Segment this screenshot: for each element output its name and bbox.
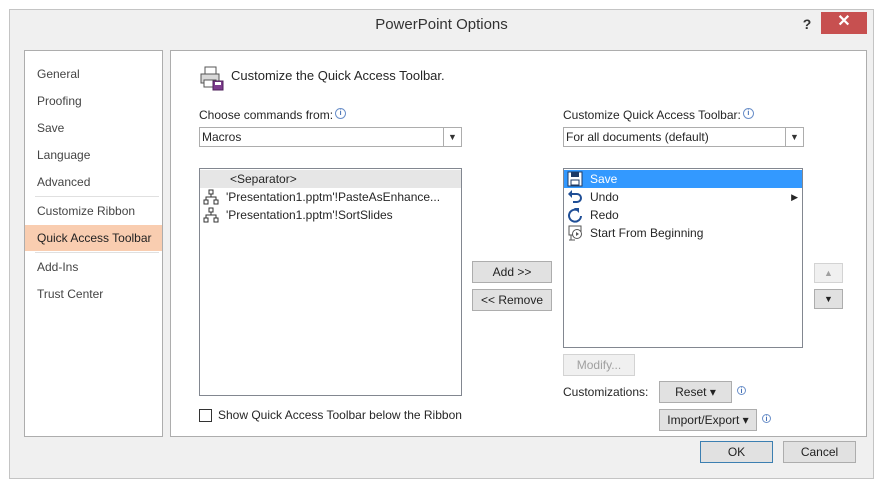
dialog-title: PowerPoint Options <box>375 16 508 33</box>
sidebar-item-proofing[interactable]: Proofing <box>25 88 162 114</box>
save-icon <box>567 171 583 187</box>
chevron-down-icon[interactable]: ▼ <box>785 128 803 146</box>
choose-commands-dropdown[interactable]: Macros ▼ <box>199 127 462 147</box>
customize-qat-dropdown[interactable]: For all documents (default) ▼ <box>563 127 804 147</box>
show-below-ribbon-checkbox[interactable] <box>199 409 212 422</box>
list-item[interactable]: Redo <box>564 206 802 224</box>
customize-qat-label: Customize Quick Access Toolbar: i <box>563 108 754 122</box>
choose-commands-value: Macros <box>202 130 242 144</box>
customize-qat-value: For all documents (default) <box>566 130 709 144</box>
commands-list[interactable]: <Separator> 'Presentation1.pptm'!PasteAs… <box>199 168 462 396</box>
list-item[interactable]: Save <box>564 170 802 188</box>
macro-icon <box>203 189 219 205</box>
redo-icon <box>568 208 582 223</box>
sidebar-item-customize-ribbon[interactable]: Customize Ribbon <box>25 198 162 224</box>
macro-icon <box>203 207 219 223</box>
options-dialog: PowerPoint Options ? ✕ General Proofing … <box>9 9 874 479</box>
move-up-button[interactable]: ▲ <box>814 263 843 283</box>
show-below-ribbon-label[interactable]: Show Quick Access Toolbar below the Ribb… <box>218 408 462 422</box>
panel-heading: Customize the Quick Access Toolbar. <box>231 68 445 83</box>
move-down-button[interactable]: ▼ <box>814 289 843 309</box>
customizations-label: Customizations: <box>563 385 649 399</box>
info-icon[interactable]: i <box>742 108 754 119</box>
slideshow-icon <box>568 225 582 241</box>
help-button[interactable]: ? <box>794 12 820 36</box>
sidebar-item-trust-center[interactable]: Trust Center <box>25 281 162 307</box>
sidebar-item-quick-access-toolbar[interactable]: Quick Access Toolbar <box>25 225 162 251</box>
info-icon[interactable]: i <box>335 108 347 119</box>
info-icon[interactable]: i <box>762 414 771 423</box>
sidebar-divider <box>35 196 159 197</box>
list-item[interactable]: Undo ▶ <box>564 188 802 206</box>
toolbar-items-list[interactable]: Save Undo ▶ Redo Start From Beginning <box>563 168 803 348</box>
cancel-button[interactable]: Cancel <box>783 441 856 463</box>
info-icon[interactable]: i <box>737 386 746 395</box>
quick-access-toolbar-icon <box>200 66 224 91</box>
import-export-button[interactable]: Import/Export ▾ <box>659 409 757 431</box>
choose-commands-label: Choose commands from: i <box>199 108 347 122</box>
sidebar-item-language[interactable]: Language <box>25 142 162 168</box>
title-bar: PowerPoint Options ? ✕ <box>10 10 873 40</box>
options-sidebar: General Proofing Save Language Advanced … <box>24 50 163 437</box>
list-item[interactable]: 'Presentation1.pptm'!SortSlides <box>200 206 461 224</box>
list-item[interactable]: 'Presentation1.pptm'!PasteAsEnhance... <box>200 188 461 206</box>
remove-button[interactable]: << Remove <box>472 289 552 311</box>
sidebar-divider <box>35 252 159 253</box>
sidebar-item-save[interactable]: Save <box>25 115 162 141</box>
sidebar-item-add-ins[interactable]: Add-Ins <box>25 254 162 280</box>
qat-panel: Customize the Quick Access Toolbar. Choo… <box>170 50 867 437</box>
list-item[interactable]: <Separator> <box>200 170 461 188</box>
undo-icon <box>568 190 582 203</box>
modify-button[interactable]: Modify... <box>563 354 635 376</box>
chevron-right-icon: ▶ <box>791 192 798 202</box>
chevron-down-icon[interactable]: ▼ <box>443 128 461 146</box>
sidebar-item-advanced[interactable]: Advanced <box>25 169 162 195</box>
sidebar-item-general[interactable]: General <box>25 61 162 87</box>
add-button[interactable]: Add >> <box>472 261 552 283</box>
list-item[interactable]: Start From Beginning <box>564 224 802 242</box>
ok-button[interactable]: OK <box>700 441 773 463</box>
reset-button[interactable]: Reset ▾ <box>659 381 732 403</box>
close-button[interactable]: ✕ <box>821 12 867 34</box>
